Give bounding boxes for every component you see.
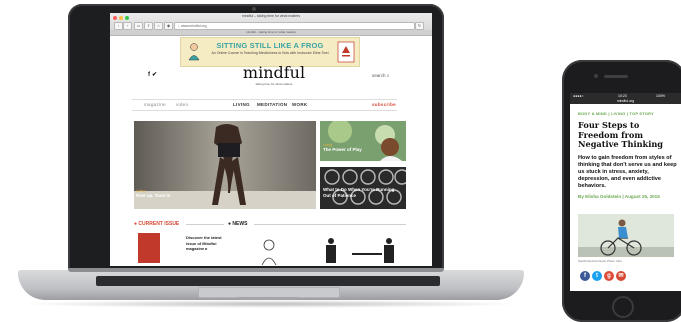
laptop-keyboard: [96, 276, 440, 286]
section-divider: [186, 224, 224, 225]
nav-link-living[interactable]: LIVING: [233, 102, 250, 107]
reload-button[interactable]: ↻: [415, 22, 424, 30]
phone-status-bar: ●●●●○ 10:23 100% mindful.org: [570, 93, 681, 104]
meditating-figure-icon: [188, 43, 200, 61]
article-category[interactable]: BODY & MIND | LIVING | TOP STORY: [578, 111, 654, 116]
news-illustration: [326, 238, 394, 263]
extensions-button[interactable]: ◆: [164, 22, 173, 30]
phone-home-button[interactable]: [612, 296, 634, 318]
address-bar[interactable]: ⌕ www.mindful.org: [174, 22, 415, 30]
cyclist-photo: [578, 214, 674, 257]
battery-level: 100%: [656, 94, 665, 98]
hero-label: Living Rise up. Tune in: [136, 189, 170, 199]
hero-caption: Rise up. Tune in: [136, 193, 171, 198]
forward-button[interactable]: ›: [123, 22, 132, 30]
story-card[interactable]: Living The Power of Play: [320, 121, 406, 161]
section-divider: [254, 224, 406, 225]
nav-divider-bottom: [132, 110, 397, 111]
nav-link-work[interactable]: WORK: [292, 102, 307, 107]
laptop-notch: [238, 297, 298, 300]
article-byline: By Elisha Goldstein | August 25, 2015: [578, 194, 660, 199]
story-label: What to Do When You're Running Out of Pa…: [323, 187, 403, 198]
sidebar-button[interactable]: ▭: [134, 22, 143, 30]
search-label: search: [372, 73, 386, 78]
story-photo: [320, 121, 406, 161]
social-links: f✔: [148, 71, 159, 78]
status-url[interactable]: mindful.org: [570, 99, 681, 103]
subscribe-link[interactable]: subscribe: [372, 102, 396, 107]
nav-divider-top: [132, 99, 397, 100]
signal-icon: ●●●●○: [573, 94, 584, 98]
site-search[interactable]: search ⌕: [372, 73, 389, 78]
tab-active[interactable]: mindful – taking time for what matters: [110, 30, 432, 35]
current-issue-label: CURRENT ISSUE: [138, 221, 180, 227]
ad-title: SITTING STILL LIKE A FROG: [216, 41, 324, 50]
ad-subtitle: An Online Course in Teaching Mindfulness…: [211, 51, 329, 55]
laptop-screen: mindful – taking time for what matters ‹…: [110, 13, 432, 266]
phone-speaker: [604, 75, 628, 78]
nav-link-video[interactable]: video: [176, 102, 188, 107]
phone-screen: ●●●●○ 10:23 100% mindful.org BODY & MIND…: [570, 93, 681, 291]
story-label: Living The Power of Play: [323, 143, 373, 153]
url-text: www.mindful.org: [180, 24, 207, 28]
story-caption: What to Do When You're Running Out of Pa…: [323, 187, 395, 198]
laptop-shadow: [18, 300, 524, 308]
home-button[interactable]: ⌂: [154, 22, 163, 30]
site-logo[interactable]: mindful: [234, 63, 314, 82]
back-button[interactable]: ‹: [114, 22, 123, 30]
news-label: NEWS: [232, 221, 248, 227]
laptop-hinge: [68, 268, 444, 272]
site-tagline: taking time for what matters: [255, 82, 293, 86]
section-news: ● NEWS: [228, 221, 247, 227]
news-icon: ●: [228, 221, 232, 227]
nav-link-meditation[interactable]: MEDITATION: [257, 102, 287, 107]
section-current-issue: ● CURRENT ISSUE: [134, 221, 179, 227]
article-photo: [578, 214, 674, 257]
window-title: mindful – taking time for what matters: [241, 14, 301, 18]
email-icon[interactable]: ✉: [616, 271, 626, 281]
news-illustration: [261, 239, 277, 265]
share-button[interactable]: ⇧: [144, 22, 153, 30]
story-card[interactable]: What to Do When You're Running Out of Pa…: [320, 167, 406, 209]
phone-camera: [594, 74, 598, 78]
story-caption: The Power of Play: [323, 147, 362, 152]
laptop-camera: [252, 7, 256, 11]
hero-story[interactable]: Living Rise up. Tune in: [134, 121, 316, 209]
current-issue-icon: ●: [134, 221, 138, 227]
facebook-icon[interactable]: f: [580, 271, 590, 281]
twitter-icon[interactable]: t: [592, 271, 602, 281]
photo-credit: SplitProduction/Getty Photo Club: [578, 259, 622, 263]
status-time: 10:23: [618, 94, 627, 98]
issue-promo[interactable]: Discover the latest issue of Mindful mag…: [186, 235, 226, 252]
article-deck: How to gain freedom from styles of think…: [578, 155, 677, 189]
magazine-cover[interactable]: [138, 233, 160, 263]
search-icon: ⌕: [386, 73, 390, 78]
browser-toolbar: mindful – taking time for what matters ‹…: [110, 13, 432, 36]
nav-link-magazine[interactable]: magazine: [144, 102, 166, 107]
article-title: Four Steps to Freedom from Negative Thin…: [578, 120, 664, 149]
ad-logo-icon: [337, 41, 355, 63]
google-plus-icon[interactable]: g: [604, 271, 614, 281]
twitter-icon[interactable]: ✔: [152, 72, 159, 78]
